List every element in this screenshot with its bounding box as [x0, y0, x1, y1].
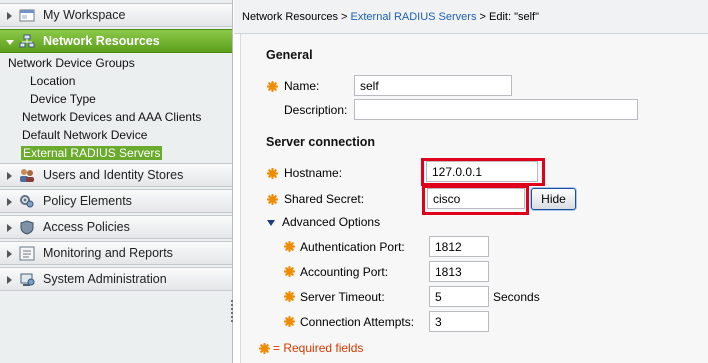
nav-system-administration[interactable]: System Administration	[0, 267, 232, 291]
nav-external-radius-servers[interactable]: External RADIUS Servers	[21, 146, 163, 160]
nav-label: Monitoring and Reports	[43, 246, 173, 260]
expand-arrow-icon	[7, 276, 12, 284]
timeout-label: Server Timeout:	[300, 290, 385, 304]
sidebar-resize-handle[interactable]	[231, 300, 233, 324]
shared-secret-highlight-box	[422, 185, 529, 215]
required-asterisk-icon	[284, 316, 295, 327]
description-label: Description:	[284, 103, 348, 117]
required-asterisk-icon	[284, 291, 295, 302]
nav-label: System Administration	[43, 272, 167, 286]
expand-arrow-icon	[7, 172, 12, 180]
expand-arrow-icon	[7, 250, 12, 258]
expand-arrow-icon	[7, 12, 12, 20]
nav-users-identity-stores[interactable]: Users and Identity Stores	[0, 163, 232, 187]
expand-arrow-icon	[7, 224, 12, 232]
monitoring-icon	[19, 246, 35, 261]
attempts-input[interactable]	[429, 311, 489, 332]
section-title-server-connection: Server connection	[266, 135, 376, 149]
required-asterisk-icon	[259, 343, 270, 354]
required-asterisk-icon	[267, 168, 278, 179]
nav-label: Policy Elements	[43, 194, 132, 208]
description-input[interactable]	[354, 99, 638, 120]
required-asterisk-icon	[267, 194, 278, 205]
name-label: Name:	[284, 79, 320, 93]
navigation-sidebar: My Workspace Network Resources Network D…	[0, 0, 233, 363]
network-icon	[19, 34, 35, 48]
shared-secret-label: Shared Secret:	[284, 192, 365, 206]
nav-network-devices-aaa-clients[interactable]: Network Devices and AAA Clients	[22, 110, 201, 124]
nav-location[interactable]: Location	[30, 74, 75, 88]
breadcrumb-current-page: > Edit: "self"	[479, 11, 540, 23]
expand-advanced-icon[interactable]	[267, 220, 275, 226]
expand-arrow-icon	[7, 198, 12, 206]
nav-network-resources[interactable]: Network Resources	[0, 29, 232, 53]
nav-label: Network Resources	[43, 34, 160, 48]
required-fields-note: = Required fields	[273, 341, 364, 355]
system-admin-icon	[20, 273, 35, 286]
name-input[interactable]	[354, 75, 512, 96]
nav-monitoring-reports[interactable]: Monitoring and Reports	[0, 241, 232, 265]
hostname-highlight-box	[421, 158, 545, 186]
nav-network-device-groups[interactable]: Network Device Groups	[8, 56, 135, 70]
nav-my-workspace[interactable]: My Workspace	[0, 3, 232, 27]
required-asterisk-icon	[284, 241, 295, 252]
auth-port-label: Authentication Port:	[300, 240, 405, 254]
advanced-options-toggle[interactable]: Advanced Options	[282, 215, 380, 229]
nav-label: My Workspace	[43, 8, 126, 22]
auth-port-input[interactable]	[429, 236, 489, 257]
nav-policy-elements[interactable]: Policy Elements	[0, 189, 232, 213]
hostname-label: Hostname:	[284, 166, 343, 180]
access-policies-icon	[20, 220, 34, 235]
breadcrumb-network-resources[interactable]: Network Resources >	[242, 11, 347, 23]
breadcrumb-external-radius-servers[interactable]: External RADIUS Servers	[351, 11, 477, 23]
nav-default-network-device[interactable]: Default Network Device	[22, 128, 147, 142]
breadcrumb: Network Resources > External RADIUS Serv…	[234, 0, 708, 34]
workspace-icon	[19, 9, 35, 22]
nav-label: Users and Identity Stores	[43, 168, 184, 182]
section-title-general: General	[266, 48, 313, 62]
acct-port-input[interactable]	[429, 261, 489, 282]
required-asterisk-icon	[284, 266, 295, 277]
nav-device-type[interactable]: Device Type	[30, 92, 96, 106]
required-asterisk-icon	[267, 81, 278, 92]
acct-port-label: Accounting Port:	[300, 265, 389, 279]
nav-label: Access Policies	[43, 220, 130, 234]
nav-access-policies[interactable]: Access Policies	[0, 215, 232, 239]
collapse-arrow-icon	[6, 40, 14, 45]
attempts-label: Connection Attempts:	[300, 315, 415, 329]
timeout-unit: Seconds	[493, 290, 540, 304]
users-icon	[20, 169, 34, 182]
hide-secret-button[interactable]: Hide	[531, 188, 576, 210]
timeout-input[interactable]	[429, 286, 489, 307]
policy-elements-icon	[20, 195, 34, 208]
edit-form-panel: General Name: Description: Server connec…	[240, 34, 708, 363]
